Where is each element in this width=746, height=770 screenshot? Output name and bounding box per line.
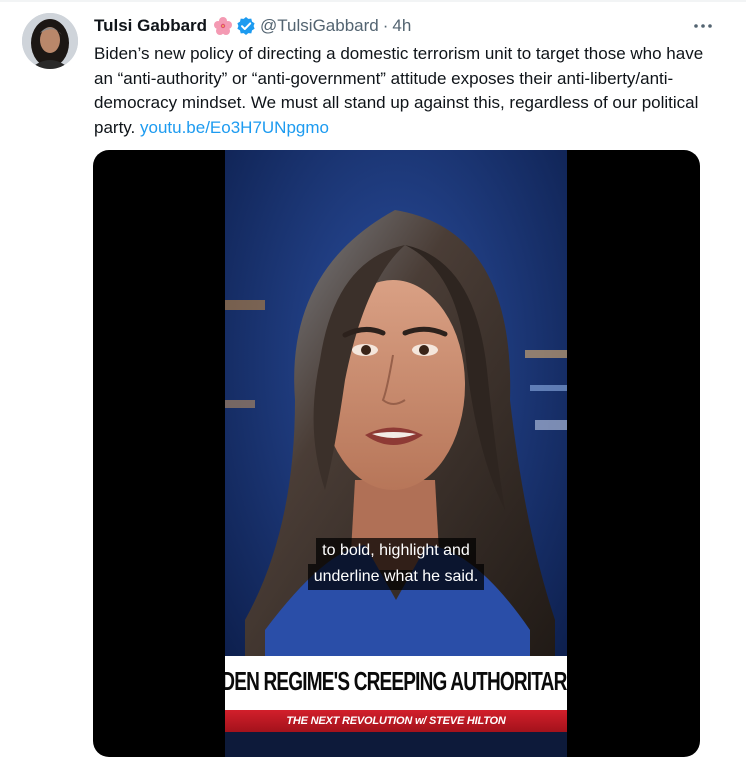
caption-line-2: underline what he said.: [307, 564, 485, 590]
show-title: THE NEXT REVOLUTION w/ STEVE HILTON: [286, 715, 506, 727]
tweet[interactable]: Tulsi Gabbard @TulsiGabbard · 4h Biden’s…: [0, 0, 746, 770]
timestamp[interactable]: 4h: [392, 16, 411, 36]
caption-line-1: to bold, highlight and: [316, 538, 476, 564]
chyron-headline: THE BIDEN REGIME'S CREEPING AUTHORITARIA…: [225, 668, 567, 697]
tweet-text: Biden’s new policy of directing a domest…: [94, 42, 714, 140]
author-name[interactable]: Tulsi Gabbard: [94, 16, 207, 36]
verified-badge-icon: [236, 16, 256, 36]
chyron-bottom-strip: [225, 732, 567, 757]
video-media[interactable]: to bold, highlight and underline what he…: [93, 150, 700, 757]
hibiscus-flower-icon: [213, 16, 233, 36]
video-caption: to bold, highlight and underline what he…: [225, 538, 567, 590]
more-options-icon[interactable]: [690, 16, 716, 36]
tweet-header: Tulsi Gabbard @TulsiGabbard · 4h: [94, 14, 411, 38]
show-banner: THE NEXT REVOLUTION w/ STEVE HILTON: [225, 710, 567, 732]
tweet-link[interactable]: youtu.be/Eo3H7UNpgmo: [140, 118, 329, 137]
avatar[interactable]: [22, 13, 78, 69]
video-frame[interactable]: to bold, highlight and underline what he…: [225, 150, 567, 757]
author-handle[interactable]: @TulsiGabbard: [260, 16, 379, 36]
separator-dot: ·: [382, 16, 389, 35]
news-chyron: THE BIDEN REGIME'S CREEPING AUTHORITARIA…: [225, 656, 567, 710]
